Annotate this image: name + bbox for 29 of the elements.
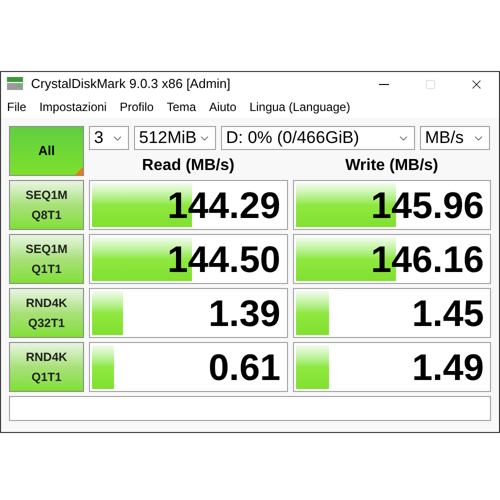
result-value: 1.49 xyxy=(412,348,484,386)
menu-item[interactable]: Profilo xyxy=(120,98,154,116)
result-value: 0.61 xyxy=(208,348,280,386)
menu-item[interactable]: Impostazioni xyxy=(39,98,107,116)
all-button[interactable]: All xyxy=(9,126,84,176)
drive-icon xyxy=(7,77,23,91)
test-button[interactable]: SEQ1M Q1T1 xyxy=(9,234,84,284)
result-value: 146.16 xyxy=(370,240,484,278)
drive-dropdown[interactable]: D: 0% (0/466GiB) xyxy=(221,126,415,150)
result-value: 144.29 xyxy=(167,186,280,224)
count-dropdown[interactable]: 3 xyxy=(89,126,129,150)
window-title: CrystalDiskMark 9.0.3 x86 [Admin] xyxy=(31,75,230,94)
menu-item[interactable]: Aiuto xyxy=(209,98,236,116)
menu-item[interactable]: File xyxy=(7,98,26,116)
result-value: 1.45 xyxy=(412,294,484,332)
menu-item[interactable]: Tema xyxy=(166,98,196,116)
test-button[interactable]: RND4K Q32T1 xyxy=(9,288,84,338)
maximize-icon xyxy=(424,78,436,90)
size-dropdown[interactable]: 512MiB xyxy=(134,126,216,150)
column-header: Read (MB/s) xyxy=(141,156,236,176)
test-button[interactable]: SEQ1M Q8T1 xyxy=(9,180,84,230)
result-value: 145.96 xyxy=(370,186,484,224)
result-value: 144.50 xyxy=(167,240,280,278)
corner-triangle-icon xyxy=(75,167,83,175)
column-header: Write (MB/s) xyxy=(344,156,440,176)
menu-item[interactable]: Lingua (Language) xyxy=(249,98,350,116)
unit-dropdown[interactable]: MB/s xyxy=(420,126,490,150)
result-value: 1.39 xyxy=(208,294,280,332)
test-button[interactable]: RND4K Q1T1 xyxy=(9,342,84,392)
